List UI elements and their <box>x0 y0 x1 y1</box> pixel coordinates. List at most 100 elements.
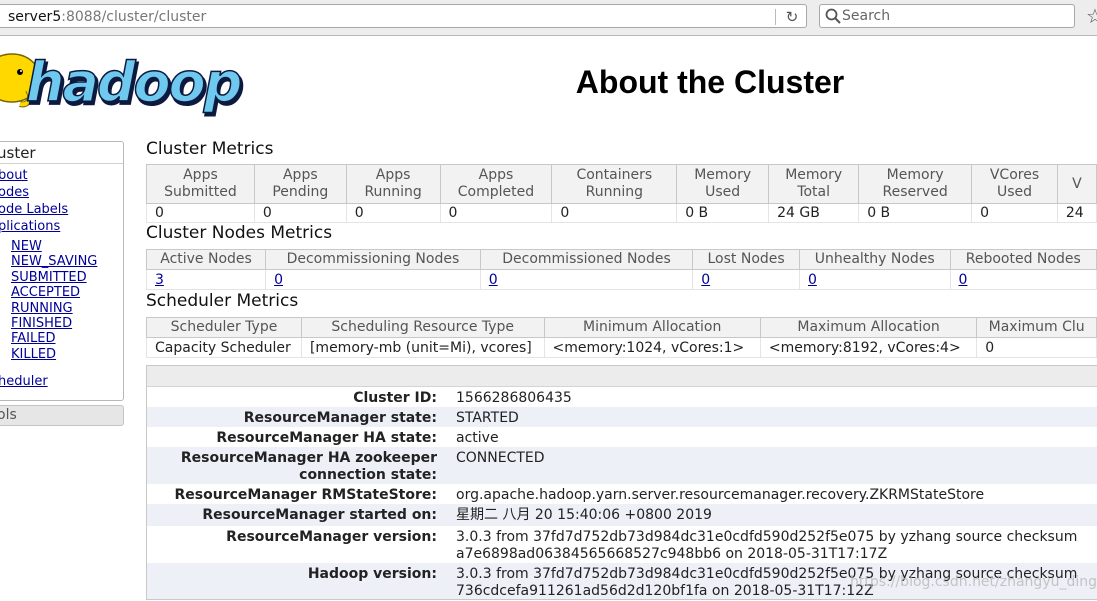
info-value: 3.0.3 from 37fd7d752db73d984dc31e0cdfd59… <box>456 529 1077 563</box>
rebooted-nodes-link[interactable]: 0 <box>949 269 1097 290</box>
info-row-rm-started: ResourceManager started on: 星期二 八月 20 15… <box>147 504 1097 526</box>
col-maximum-allocation[interactable]: Maximum Allocation <box>759 317 978 338</box>
col-rebooted-nodes[interactable]: Rebooted Nodes <box>949 249 1097 270</box>
col-active-nodes[interactable]: Active Nodes <box>145 249 267 270</box>
col-scheduling-resource-type[interactable]: Scheduling Resource Type <box>300 317 545 338</box>
decommissioning-nodes-link[interactable]: 0 <box>265 269 481 290</box>
col-label-line1: Apps <box>282 167 318 183</box>
url-text[interactable]: server5:8088/cluster/cluster <box>8 8 206 26</box>
about-info-panel: Cluster ID: 1566286806435 ResourceManage… <box>146 365 1097 600</box>
url-bar[interactable]: server5:8088/cluster/cluster ↻ <box>0 4 807 28</box>
col-minimum-allocation[interactable]: Minimum Allocation <box>543 317 761 338</box>
page-title: About the Cluster <box>575 64 845 100</box>
unhealthy-nodes-link[interactable]: 0 <box>798 269 951 290</box>
info-key: ResourceManager state: <box>243 410 437 426</box>
browser-toolbar: server5:8088/cluster/cluster ↻ ☆ <box>0 0 1097 36</box>
cell-apps-running: 0 <box>345 203 441 223</box>
info-value: 1566286806435 <box>456 390 572 406</box>
cell-scheduler-type: Capacity Scheduler <box>146 337 302 358</box>
about-info-header <box>147 366 1097 387</box>
table-row: 3 0 0 0 0 0 <box>145 269 1097 290</box>
info-value-line2: a7e6898ad06384565668527c948bb6 on 2018-0… <box>456 546 888 562</box>
col-unhealthy-nodes[interactable]: Unhealthy Nodes <box>798 249 951 270</box>
col-containers-running[interactable]: Containers Running <box>551 164 678 204</box>
nav-tools-heading[interactable]: ols <box>0 405 124 426</box>
info-value-line1: 3.0.3 from 37fd7d752db73d984dc31e0cdfd59… <box>456 529 1078 545</box>
cell-memory-reserved: 0 B <box>858 203 973 223</box>
cell-vcores-used: 0 <box>971 203 1058 223</box>
cell-minimum-allocation: <memory:1024, vCores:1> <box>543 337 761 358</box>
nav-link-app-running[interactable]: RUNNING <box>11 301 73 317</box>
col-decommissioned-nodes[interactable]: Decommissioned Nodes <box>479 249 694 270</box>
lost-nodes-link[interactable]: 0 <box>692 269 800 290</box>
col-label-line2: Running <box>585 184 643 200</box>
col-label-line1: VCores <box>989 167 1040 183</box>
col-scheduler-type[interactable]: Scheduler Type <box>146 317 302 338</box>
scheduler-metrics-title: Scheduler Metrics <box>146 291 299 311</box>
col-label-line1: Apps <box>478 167 514 183</box>
info-key-line1: ResourceManager HA zookeeper <box>180 450 437 466</box>
col-label-line1: Apps <box>375 167 411 183</box>
info-row-rm-statestore: ResourceManager RMStateStore: org.apache… <box>147 484 1097 504</box>
nav-link-applications[interactable]: plications <box>0 219 60 235</box>
col-label-line2: Reserved <box>882 184 948 200</box>
info-row-rm-version: ResourceManager version: 3.0.3 from 37fd… <box>147 526 1097 563</box>
col-label-line2: Used <box>705 184 741 200</box>
nav-link-app-submitted[interactable]: SUBMITTED <box>11 270 87 286</box>
nav-link-about[interactable]: bout <box>0 168 28 184</box>
nav-link-app-killed[interactable]: KILLED <box>11 347 56 363</box>
col-memory-reserved[interactable]: Memory Reserved <box>858 164 973 204</box>
info-row-rm-state: ResourceManager state: STARTED <box>147 407 1097 427</box>
nav-link-nodes[interactable]: odes <box>0 185 29 201</box>
col-label-line2: Completed <box>457 184 535 200</box>
info-key: ResourceManager version: <box>226 529 437 545</box>
search-icon <box>825 8 841 24</box>
col-label-line1: Apps <box>183 167 218 183</box>
nav-link-app-accepted[interactable]: ACCEPTED <box>11 285 80 301</box>
col-maximum-cluster[interactable]: Maximum Clu <box>976 317 1097 338</box>
search-input[interactable] <box>842 6 1067 26</box>
cell-memory-used: 0 B <box>676 203 770 223</box>
info-key: ResourceManager HA state: <box>216 430 437 446</box>
nav-link-app-new-saving[interactable]: NEW_SAVING <box>11 254 97 270</box>
url-host: server5 <box>8 9 62 25</box>
info-row-cluster-id: Cluster ID: 1566286806435 <box>147 387 1097 407</box>
col-memory-used[interactable]: Memory Used <box>676 164 770 204</box>
info-key: Cluster ID: <box>353 390 437 406</box>
col-label-line2: Pending <box>272 184 329 200</box>
info-value: STARTED <box>456 410 519 426</box>
search-box[interactable] <box>819 4 1075 28</box>
col-memory-total[interactable]: Memory Total <box>768 164 860 204</box>
col-apps-completed[interactable]: Apps Completed <box>439 164 553 204</box>
col-vcores-used[interactable]: VCores Used <box>971 164 1058 204</box>
col-apps-submitted[interactable]: Apps Submitted <box>146 164 255 204</box>
info-value: org.apache.hadoop.yarn.server.resourcema… <box>456 487 985 503</box>
col-apps-pending[interactable]: Apps Pending <box>253 164 347 204</box>
info-value: 星期二 八月 20 15:40:06 +0800 2019 <box>456 507 712 523</box>
cell-memory-total: 24 GB <box>768 203 860 223</box>
reload-icon[interactable]: ↻ <box>781 7 803 27</box>
active-nodes-link[interactable]: 3 <box>145 269 267 290</box>
info-key: Hadoop version: <box>307 566 437 582</box>
nav-link-node-labels[interactable]: ode Labels <box>0 202 68 218</box>
nav-link-scheduler[interactable]: heduler <box>0 374 48 390</box>
cell-maximum-allocation: <memory:8192, vCores:4> <box>759 337 978 358</box>
nav-link-app-finished[interactable]: FINISHED <box>11 316 72 332</box>
nav-link-app-failed[interactable]: FAILED <box>11 331 55 347</box>
blog-watermark: https://blog.csdn.net/zhangyu_ding <box>850 574 1097 590</box>
col-label-line2: Running <box>364 184 422 200</box>
nav-link-app-new[interactable]: NEW <box>11 239 42 255</box>
nav-cluster-heading[interactable]: uster <box>0 142 123 164</box>
table-row: Capacity Scheduler [memory-mb (unit=Mi),… <box>146 337 1097 358</box>
info-row-zookeeper-state: ResourceManager HA zookeeper connection s… <box>147 447 1097 484</box>
info-key: ResourceManager RMStateStore: <box>174 487 438 503</box>
col-lost-nodes[interactable]: Lost Nodes <box>692 249 800 270</box>
decommissioned-nodes-link[interactable]: 0 <box>479 269 694 290</box>
col-decommissioning-nodes[interactable]: Decommissioning Nodes <box>265 249 481 270</box>
col-apps-running[interactable]: Apps Running <box>345 164 441 204</box>
cell-containers-running: 0 <box>551 203 678 223</box>
bookmark-star-icon[interactable]: ☆ <box>1086 6 1097 26</box>
col-vcores-total[interactable]: V <box>1056 164 1097 204</box>
col-label-line2: Used <box>996 184 1033 200</box>
cluster-metrics-title: Cluster Metrics <box>146 139 274 159</box>
